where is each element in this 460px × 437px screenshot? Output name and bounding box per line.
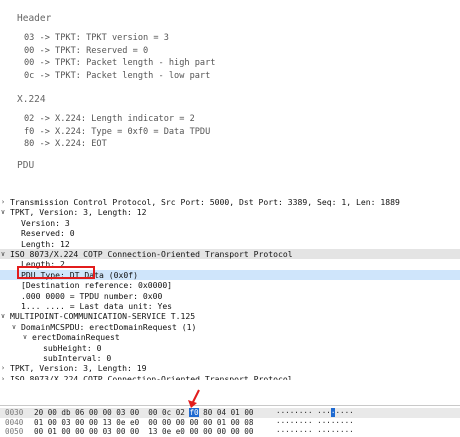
hex-ascii: ········ ········ (276, 418, 354, 428)
tree-row[interactable]: ∨ ISO 8073/X.224 COTP Connection-Oriented… (0, 249, 460, 260)
tree-row-label: TPKT, Version: 3, Length: 12 (10, 207, 147, 218)
tree-row-label: erectDomainRequest (32, 332, 120, 343)
collapsed-chevron-icon[interactable]: › (0, 197, 7, 207)
tree-row[interactable]: Reserved: 0 (0, 228, 460, 238)
tree-row[interactable]: › ISO 8073/X.224 COTP Connection-Oriented… (0, 374, 460, 380)
tree-row[interactable]: › TPKT, Version: 3, Length: 19 (0, 363, 460, 373)
hex-bytes-text: 80 04 01 00 (198, 408, 254, 417)
header-line: 0c -> TPKT: Packet length - low part (24, 70, 211, 81)
collapsed-chevron-icon[interactable]: › (0, 363, 7, 373)
header-line: 00 -> TPKT: Packet length - high part (24, 58, 216, 68)
tree-row[interactable]: subHeight: 0 (0, 343, 460, 353)
x224-line: f0 -> X.224: Type = 0xf0 = Data TPDU (24, 126, 211, 137)
header-line: 03 -> TPKT: TPKT version = 3 (24, 33, 169, 43)
tree-row-label: ISO 8073/X.224 COTP Connection-Oriented … (10, 373, 293, 380)
header-line: 00 -> TPKT: Reserved = 0 (24, 45, 149, 56)
hex-offset: 0040 (5, 417, 24, 427)
tree-row[interactable]: [Destination reference: 0x0000] (0, 280, 460, 290)
collapsed-chevron-icon[interactable]: › (0, 374, 7, 380)
tree-row-label: Length: 12 (21, 238, 70, 249)
hex-bytes-text: 20 00 db 06 00 00 03 00 00 0c 02 (34, 408, 190, 417)
tree-row-label: subHeight: 0 (43, 342, 102, 353)
hex-offset: 0050 (5, 427, 24, 436)
x224-section-title: X.224 (17, 94, 46, 105)
expanded-chevron-icon[interactable]: ∨ (10, 322, 18, 332)
hex-offset: 0030 (5, 408, 24, 417)
x224-line: 02 -> X.224: Length indicator = 2 (24, 114, 195, 124)
tree-row[interactable]: ∨ MULTIPOINT-COMMUNICATION-SERVICE T.125 (0, 311, 460, 321)
tree-row-label: Reserved: 0 (21, 228, 75, 239)
tree-row-label: 1... .... = Last data unit: Yes (21, 301, 173, 311)
tree-row[interactable]: 1... .... = Last data unit: Yes (0, 301, 460, 311)
hex-row[interactable]: 0030 20 00 db 06 00 00 03 00 00 0c 02 f0 … (0, 408, 460, 418)
expanded-chevron-icon[interactable]: ∨ (21, 332, 29, 342)
hex-row[interactable]: 0040 01 00 03 00 00 13 0e e0 00 00 00 00 … (0, 418, 460, 428)
tree-row-label: subInterval: 0 (43, 353, 112, 363)
header-section-title: Header (17, 13, 52, 24)
notes-panel: Header 03 -> TPKT: TPKT version = 3 00 -… (0, 0, 460, 195)
tree-row-label: .000 0000 = TPDU number: 0x00 (21, 290, 163, 301)
packet-bytes-pane: 0030 20 00 db 06 00 00 03 00 00 0c 02 f0 … (0, 405, 460, 437)
hex-bytes-text: 00 01 00 00 00 03 00 00 13 0e e0 00 00 0… (34, 427, 254, 436)
red-arrow-icon (188, 389, 200, 408)
hex-ascii: ········ ········ (276, 408, 354, 418)
tree-row[interactable]: ∨ TPKT, Version: 3, Length: 12 (0, 207, 460, 217)
tree-row-label: [Destination reference: 0x0000] (21, 280, 173, 291)
hex-ascii: ········ ········ (276, 427, 354, 437)
hex-bytes: 01 00 03 00 00 13 0e e0 00 00 00 00 00 0… (34, 418, 253, 428)
hex-ascii-text: ········ ········ (276, 417, 354, 427)
hex-bytes: 00 01 00 00 00 03 00 00 13 0e e0 00 00 0… (34, 427, 253, 437)
tree-row[interactable]: Version: 3 (0, 218, 460, 228)
pdu-section-title: PDU (17, 160, 35, 171)
hex-bytes-text: 01 00 03 00 00 13 0e e0 00 00 00 00 00 0… (34, 417, 254, 427)
expanded-chevron-icon[interactable]: ∨ (0, 207, 7, 217)
tree-row[interactable]: ∨ erectDomainRequest (0, 332, 460, 342)
tree-row-label: Transmission Control Protocol, Src Port:… (10, 197, 400, 207)
hex-bytes: 20 00 db 06 00 00 03 00 00 0c 02 f0 80 0… (34, 408, 253, 418)
tree-row-label: TPKT, Version: 3, Length: 19 (10, 363, 147, 374)
hex-ascii-text: ········ ··· (276, 408, 331, 417)
tree-row[interactable]: Length: 12 (0, 239, 460, 249)
tree-row-label: ISO 8073/X.224 COTP Connection-Oriented … (10, 249, 293, 259)
tree-row[interactable]: .000 0000 = TPDU number: 0x00 (0, 291, 460, 301)
tree-row[interactable]: ∨ DomainMCSPDU: erectDomainRequest (1) (0, 322, 460, 332)
expanded-chevron-icon[interactable]: ∨ (0, 249, 7, 259)
hex-row[interactable]: 0050 00 01 00 00 00 03 00 00 13 0e e0 00 … (0, 427, 460, 437)
x224-line: 80 -> X.224: EOT (24, 139, 107, 149)
expanded-chevron-icon[interactable]: ∨ (0, 311, 7, 321)
tree-row-label: Version: 3 (21, 217, 70, 228)
hex-ascii-text: ···· (335, 408, 354, 417)
tree-row[interactable]: subInterval: 0 (0, 353, 460, 363)
hex-ascii-text: ········ ········ (276, 427, 354, 436)
length-highlight-box (17, 266, 95, 279)
tree-row[interactable]: › Transmission Control Protocol, Src Port… (0, 197, 460, 207)
tree-row-label: DomainMCSPDU: erectDomainRequest (1) (21, 321, 197, 332)
tree-row-label: MULTIPOINT-COMMUNICATION-SERVICE T.125 (10, 311, 196, 322)
